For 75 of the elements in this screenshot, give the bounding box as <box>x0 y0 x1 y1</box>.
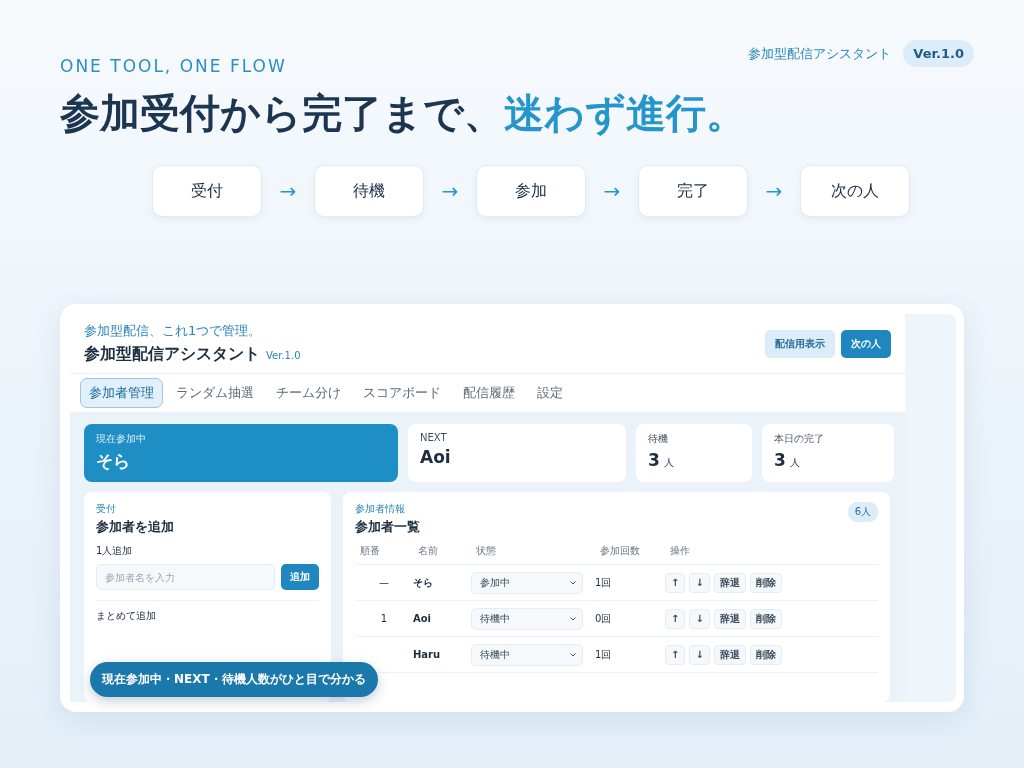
table-cell-text: 1回 <box>595 575 613 590</box>
tab[interactable]: 参加者管理 <box>80 378 163 408</box>
flow-step: 受付 <box>152 165 262 217</box>
panel-title: 参加者一覧 <box>355 518 420 536</box>
panel-eyebrow: 受付 <box>96 502 117 516</box>
name-input-field[interactable]: 参加者名を入力 <box>96 564 275 590</box>
flow-step: 完了 <box>638 165 748 217</box>
flow-step: 参加 <box>476 165 586 217</box>
status-select[interactable]: 参加中 <box>471 571 583 594</box>
tab[interactable]: チーム分け <box>267 378 350 408</box>
status-select[interactable]: 待機中 <box>471 607 583 630</box>
headline: 参加受付から完了まで、迷わず進行。 <box>60 89 746 138</box>
tab[interactable]: 設定 <box>528 378 572 408</box>
flow-arrow: → <box>440 179 460 203</box>
flow-arrow: → <box>278 179 298 203</box>
app-tagline: 参加型配信、これ1つで管理。 <box>84 322 263 340</box>
row-action-button[interactable]: ↑ <box>665 644 686 665</box>
callout-label: 現在参加中・NEXT・待機人数がひと目で分かる <box>90 662 378 697</box>
column-header: 名前 <box>417 544 439 558</box>
table-cell-text: 1回 <box>595 647 613 662</box>
brand-name: 参加型配信アシスタント <box>748 44 892 63</box>
column-header: 順番 <box>359 544 381 558</box>
field-label: 1人追加 <box>96 544 134 558</box>
column-header: 参加回数 <box>599 544 641 558</box>
add-button[interactable]: 追加 <box>281 564 319 590</box>
row-action-button[interactable]: 辞退 <box>713 644 746 665</box>
row-action-button[interactable]: 辞退 <box>713 608 746 629</box>
panel-eyebrow: 参加者情報 <box>355 502 406 516</box>
flow-arrow: → <box>764 179 784 203</box>
stat-unit: 人 <box>663 456 674 470</box>
app-title: 参加型配信アシスタント <box>84 344 260 365</box>
flow-step: 待機 <box>314 165 424 217</box>
row-action-button[interactable]: 削除 <box>749 644 782 665</box>
row-action-button[interactable]: ↓ <box>689 644 710 665</box>
stat-label: NEXT <box>420 432 448 443</box>
flow-arrow: → <box>602 179 622 203</box>
display-button[interactable]: 配信用表示 <box>765 329 835 358</box>
stat-value: そら <box>96 450 130 473</box>
panel-title: 参加者を追加 <box>96 518 175 536</box>
table-cell-text: 0回 <box>595 611 613 626</box>
stat-label: 本日の完了 <box>774 432 825 446</box>
stat-unit: 人 <box>789 456 800 470</box>
tab[interactable]: ランダム抽選 <box>167 378 263 408</box>
stat-label: 待機 <box>648 432 669 446</box>
stat-value: Aoi <box>420 447 451 467</box>
status-select[interactable]: 待機中 <box>471 643 583 666</box>
flow-step: 次の人 <box>800 165 910 217</box>
table-cell-text: そら <box>413 575 434 590</box>
next-button[interactable]: 次の人 <box>841 329 891 358</box>
column-header: 操作 <box>669 544 691 558</box>
row-action-button[interactable]: ↓ <box>689 572 710 593</box>
chevron-down-icon <box>570 580 576 585</box>
stat-value: 3 <box>648 450 660 470</box>
row-action-button[interactable]: 削除 <box>749 608 782 629</box>
row-action-button[interactable]: ↑ <box>665 572 686 593</box>
stat-label: 現在参加中 <box>96 432 147 446</box>
field-label: まとめて追加 <box>96 609 157 623</box>
row-action-button[interactable]: ↓ <box>689 608 710 629</box>
tab[interactable]: 配信履歴 <box>454 378 524 408</box>
chevron-down-icon <box>570 616 576 621</box>
column-header: 状態 <box>475 544 497 558</box>
table-cell-text: Aoi <box>413 613 433 624</box>
row-action-button[interactable]: ↑ <box>665 608 686 629</box>
row-action-button[interactable]: 辞退 <box>713 572 746 593</box>
version-badge: Ver.1.0 <box>903 40 974 67</box>
table-cell-text: — <box>378 577 390 588</box>
eyebrow-text: ONE TOOL, ONE FLOW <box>60 56 288 76</box>
chevron-down-icon <box>570 652 576 657</box>
app-version: Ver.1.0 <box>266 350 301 361</box>
count-badge: 6人 <box>847 502 878 522</box>
tab[interactable]: スコアボード <box>354 378 450 408</box>
row-action-button[interactable]: 削除 <box>749 572 782 593</box>
table-cell-text: 1 <box>379 613 389 624</box>
table-cell-text: Haru <box>413 649 442 660</box>
stat-value: 3 <box>774 450 786 470</box>
